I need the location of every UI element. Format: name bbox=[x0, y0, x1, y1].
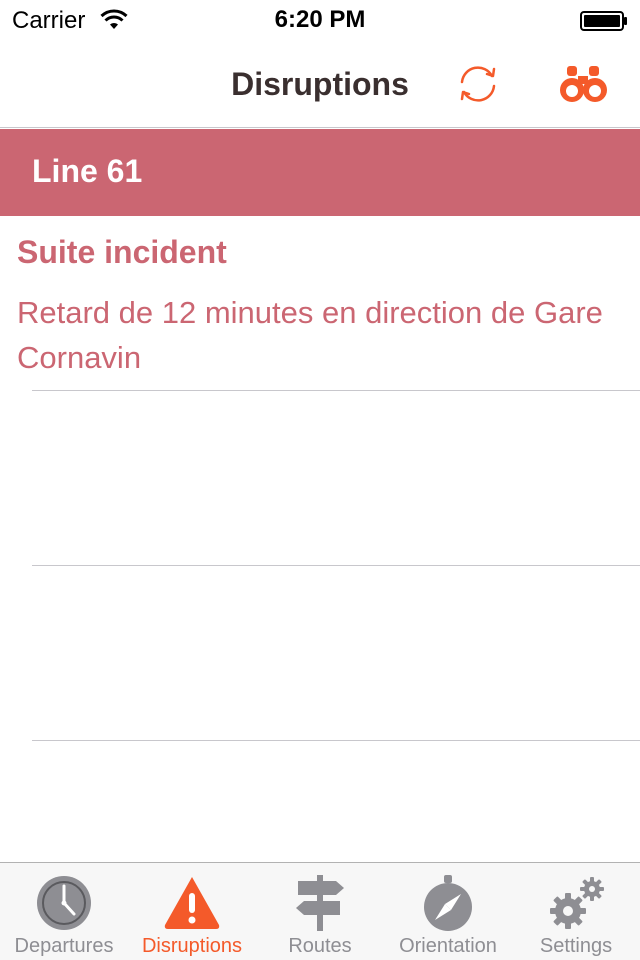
row-separator bbox=[32, 565, 640, 566]
refresh-button[interactable] bbox=[454, 62, 502, 106]
tab-orientation[interactable]: Orientation bbox=[384, 863, 512, 960]
navigation-bar: Disruptions bbox=[0, 40, 640, 128]
line-section-header: Line 61 bbox=[0, 129, 640, 216]
warning-icon bbox=[164, 877, 220, 929]
tab-bar: Departures Disruptions Routes Orientatio… bbox=[0, 862, 640, 960]
refresh-icon bbox=[460, 66, 496, 102]
line-title: Line 61 bbox=[32, 153, 143, 189]
tab-label: Orientation bbox=[399, 935, 497, 957]
row-separator bbox=[32, 740, 640, 741]
compass-icon bbox=[424, 875, 472, 931]
page-title: Disruptions bbox=[231, 66, 409, 102]
tab-label: Departures bbox=[14, 935, 114, 957]
tab-settings[interactable]: Settings bbox=[512, 863, 640, 960]
disruption-description: Retard de 12 minutes en direction de Gar… bbox=[17, 295, 603, 375]
search-button[interactable] bbox=[558, 62, 610, 106]
binoculars-icon bbox=[560, 66, 607, 102]
tab-label: Settings bbox=[539, 935, 613, 957]
disruptions-screen: Carrier 6:20 PM Disruptions Line 61 Suit… bbox=[0, 0, 640, 960]
tab-label: Disruptions bbox=[141, 935, 243, 957]
tab-routes[interactable]: Routes bbox=[256, 863, 384, 960]
disruption-title: Suite incident bbox=[17, 234, 227, 270]
tab-departures[interactable]: Departures bbox=[0, 863, 128, 960]
signpost-icon bbox=[296, 875, 344, 931]
row-separator bbox=[32, 390, 640, 391]
status-time: 6:20 PM bbox=[274, 6, 366, 33]
battery-icon bbox=[580, 11, 627, 31]
clock-icon bbox=[37, 876, 91, 930]
status-bar: Carrier 6:20 PM bbox=[0, 0, 640, 40]
gears-icon bbox=[550, 877, 604, 929]
tab-disruptions[interactable]: Disruptions bbox=[128, 863, 256, 960]
tab-label: Routes bbox=[288, 935, 352, 957]
